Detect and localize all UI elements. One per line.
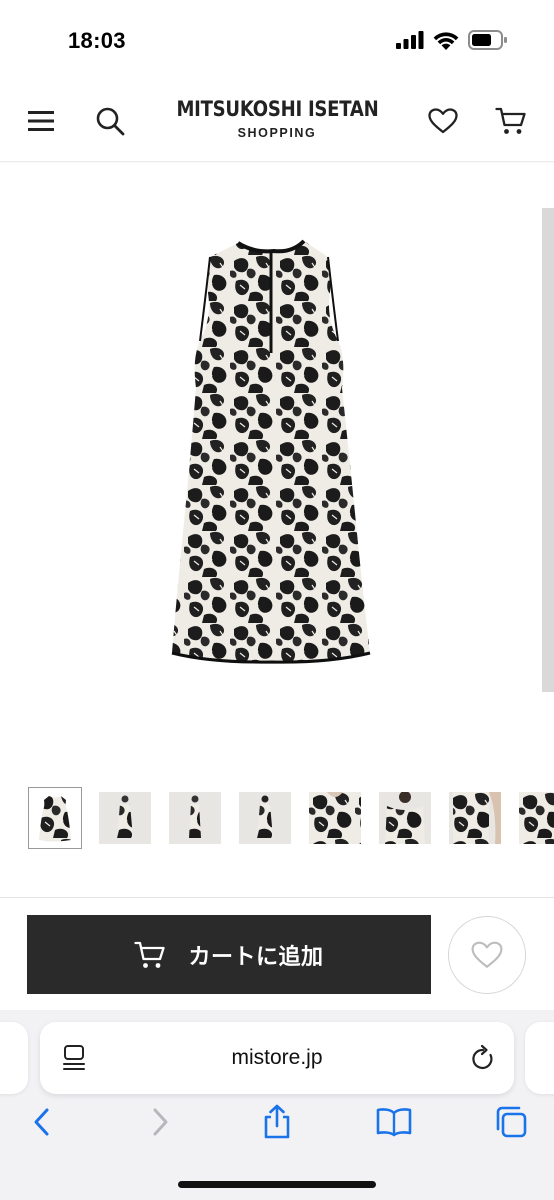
- thumbnail-image: [449, 792, 501, 844]
- status-time: 18:03: [68, 28, 126, 53]
- thumbnail-strip[interactable]: [0, 787, 554, 851]
- brand-logo[interactable]: MITSUKOSHI ISETAN SHOPPING: [0, 97, 554, 140]
- forward-button[interactable]: [140, 1102, 180, 1142]
- thumbnail-image: [99, 792, 151, 844]
- tabs-icon: [496, 1106, 527, 1138]
- cart-button[interactable]: [494, 104, 528, 138]
- status-bar: 18:03: [0, 0, 554, 80]
- site-header: MITSUKOSHI ISETAN SHOPPING: [0, 80, 554, 162]
- reload-button[interactable]: [470, 1044, 496, 1077]
- thumbnail-image: [519, 792, 554, 844]
- image-scroll-indicator: [542, 208, 554, 692]
- battery-icon: [468, 30, 507, 50]
- reload-icon: [472, 1044, 493, 1070]
- wifi-icon: [433, 31, 459, 50]
- thumbnail-7[interactable]: [448, 787, 502, 849]
- thumbnail-6[interactable]: [378, 787, 432, 849]
- heart-icon: [428, 108, 458, 134]
- add-to-cart-button[interactable]: カートに追加: [27, 915, 431, 994]
- brand-name: MITSUKOSHI ISETAN: [175, 97, 379, 121]
- thumbnail-8[interactable]: [518, 787, 554, 849]
- product-image-gallery[interactable]: [0, 163, 554, 763]
- thumbnail-5[interactable]: [308, 787, 362, 849]
- home-indicator[interactable]: [178, 1181, 376, 1188]
- share-icon: [264, 1104, 290, 1139]
- address-bar[interactable]: mistore.jp: [40, 1022, 514, 1094]
- cart-icon: [495, 107, 526, 134]
- status-icons: [396, 30, 508, 50]
- add-to-cart-label: カートに追加: [188, 944, 324, 970]
- cellular-signal-icon: [396, 31, 424, 49]
- thumbnail-2[interactable]: [98, 787, 152, 849]
- thumbnail-image: [239, 792, 291, 844]
- thumbnail-image: [309, 792, 361, 844]
- back-button[interactable]: [22, 1102, 62, 1142]
- thumbnail-image: [379, 792, 431, 844]
- bookmarks-icon: [376, 1108, 412, 1137]
- thumbnail-3[interactable]: [168, 787, 222, 849]
- brand-sub: SHOPPING: [237, 126, 317, 140]
- thumbnail-4[interactable]: [238, 787, 292, 849]
- tabs-button[interactable]: [491, 1102, 531, 1142]
- product-main-image: [171, 239, 371, 664]
- thumbnail-image: [169, 792, 221, 844]
- section-divider: [0, 897, 554, 898]
- favorite-button[interactable]: [448, 916, 526, 994]
- next-tab-preview[interactable]: [525, 1022, 554, 1094]
- bookmarks-button[interactable]: [374, 1102, 414, 1142]
- share-button[interactable]: [257, 1102, 297, 1142]
- previous-tab-preview[interactable]: [0, 1022, 28, 1094]
- back-icon: [34, 1108, 49, 1136]
- forward-icon: [153, 1108, 168, 1136]
- thumbnail-1[interactable]: [28, 787, 82, 849]
- browser-chrome: mistore.jp: [0, 1010, 554, 1200]
- heart-icon: [471, 941, 503, 968]
- thumbnail-image: [39, 796, 71, 842]
- wishlist-button[interactable]: [426, 104, 460, 138]
- url-text: mistore.jp: [231, 1046, 323, 1069]
- cart-icon: [134, 941, 166, 968]
